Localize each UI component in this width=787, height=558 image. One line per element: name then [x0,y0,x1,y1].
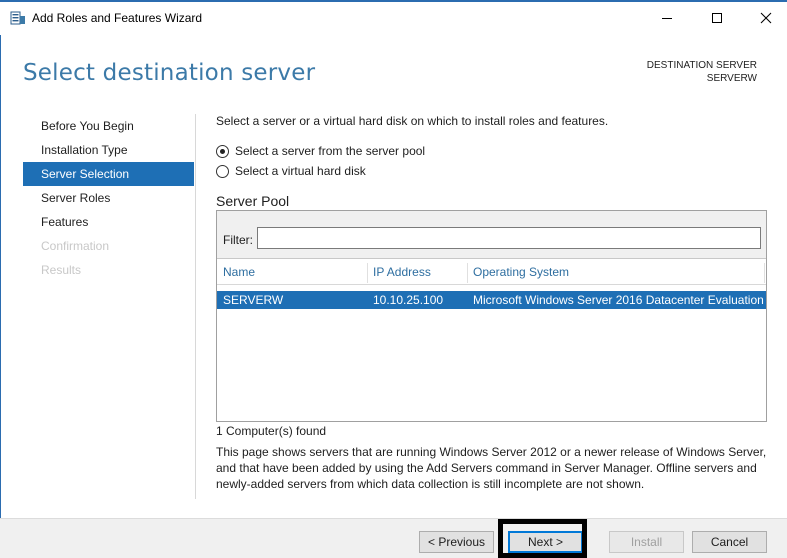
computers-found-count: 1 Computer(s) found [216,424,327,438]
footer-bar: < Previous Next > Install Cancel [0,519,787,558]
install-button: Install [609,531,684,553]
minimize-button[interactable] [646,4,688,34]
window-title: Add Roles and Features Wizard [32,11,203,25]
column-header-name[interactable]: Name [217,261,367,285]
column-header-operating-system[interactable]: Operating System [467,261,764,285]
nav-item-server-roles[interactable]: Server Roles [23,186,194,210]
server-pool-panel: Filter: Name IP Address Operating System… [216,210,767,422]
nav-divider [195,114,196,499]
nav-item-results: Results [41,263,82,277]
nav-item-server-selection[interactable]: Server Selection [23,162,194,186]
table-row[interactable]: SERVERW 10.10.25.100 Microsoft Windows S… [217,291,766,309]
nav-item-before-you-begin[interactable]: Before You Begin [23,114,194,138]
previous-button[interactable]: < Previous [419,531,494,553]
server-pool-title: Server Pool [216,193,290,209]
nav-item-installation-type[interactable]: Installation Type [23,138,194,162]
column-header-ip-address[interactable]: IP Address [367,261,467,285]
intro-text: Select a server or a virtual hard disk o… [216,114,609,128]
next-button-highlight [498,519,587,558]
row-operating-system: Microsoft Windows Server 2016 Datacenter… [473,293,764,307]
filter-input[interactable] [257,227,761,249]
row-name: SERVERW [223,293,284,307]
filter-bar: Filter: [217,211,766,259]
wizard-window: Add Roles and Features Wizard Select des… [0,0,787,558]
vhd-radio-label: Select a virtual hard disk [235,164,366,178]
nav-item-features[interactable]: Features [23,210,194,234]
column-separator[interactable] [764,263,765,283]
description-text: This page shows servers that are running… [216,445,767,491]
maximize-icon [711,12,723,27]
server-pool-radio-label: Select a server from the server pool [235,144,426,158]
page-title: Select destination server [23,60,316,86]
filter-label: Filter: [223,233,253,247]
option-server-pool[interactable]: Select a server from the server pool [216,143,425,159]
minimize-icon [661,12,673,27]
title-bar[interactable]: Add Roles and Features Wizard [0,2,787,35]
destination-server-label: DESTINATION SERVER [646,60,757,71]
server-pool-radio[interactable] [216,144,229,158]
nav-item-confirmation: Confirmation [41,239,110,253]
wizard-nav: Before You Begin Installation Type Serve… [23,114,194,282]
close-button[interactable] [745,4,787,34]
row-ip-address: 10.10.25.100 [373,293,444,307]
vhd-radio[interactable] [216,164,229,178]
window-left-border [0,0,1,558]
close-icon [760,12,772,27]
maximize-button[interactable] [696,4,738,34]
cancel-button[interactable]: Cancel [692,531,767,553]
destination-server-name: SERVERW [706,73,757,84]
grid-header: Name IP Address Operating System [217,261,766,285]
server-manager-icon [10,11,26,25]
option-virtual-hard-disk[interactable]: Select a virtual hard disk [216,163,366,179]
